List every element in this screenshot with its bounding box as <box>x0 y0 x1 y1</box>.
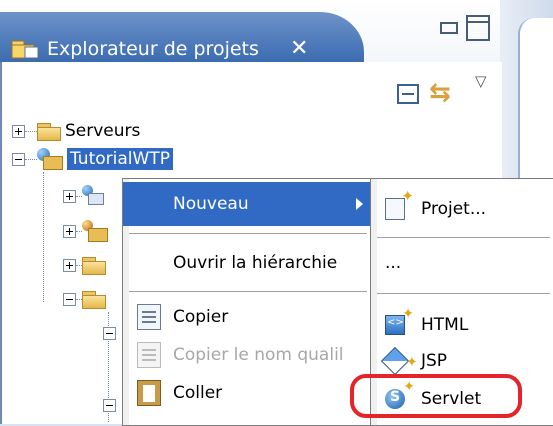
collapse-icon[interactable] <box>12 152 25 166</box>
web-project-icon <box>37 148 63 170</box>
menu-item-nouveau[interactable]: Nouveau <box>123 182 371 226</box>
expand-icon[interactable] <box>12 124 25 138</box>
tree-item-tutorialwtp[interactable]: TutorialWTP <box>12 146 173 172</box>
menu-item-ouvrir-hierarchie[interactable]: Ouvrir la hiérarchie <box>123 241 371 285</box>
menu-item-label: Copier le nom qualil <box>173 345 344 365</box>
submenu-item-label: Projet... <box>421 199 487 219</box>
new-html-icon <box>385 306 414 335</box>
collapse-icon[interactable] <box>103 326 116 340</box>
tree-item-label: Serveurs <box>65 121 141 141</box>
menu-separator <box>377 293 550 294</box>
folder-icon <box>82 256 106 275</box>
expand-icon[interactable] <box>63 189 76 203</box>
active-view-tab[interactable]: Explorateur de projets ✕ <box>0 12 364 64</box>
folder-icon <box>82 290 106 309</box>
menu-item-label: Nouveau <box>173 194 249 214</box>
submenu-item-label: JSP <box>421 351 448 371</box>
view-title: Explorateur de projets <box>47 38 259 60</box>
menu-item-label: Coller <box>173 383 223 403</box>
menu-separator <box>129 233 367 234</box>
view-menu-icon[interactable]: ▽ <box>475 72 487 90</box>
tree-item-child-4[interactable] <box>63 286 110 312</box>
menu-item-label: Ouvrir la hiérarchie <box>173 253 338 273</box>
collapse-all-icon[interactable] <box>397 84 419 104</box>
view-tab-bar: Explorateur de projets ✕ <box>0 0 501 64</box>
close-icon[interactable]: ✕ <box>290 36 308 61</box>
tree-item-child-2[interactable] <box>63 218 108 244</box>
copy-icon <box>137 304 161 330</box>
folder-icon <box>37 122 61 141</box>
minimize-icon[interactable] <box>440 22 458 34</box>
menu-separator <box>377 237 550 238</box>
descriptor-icon <box>82 185 104 207</box>
maximize-icon[interactable] <box>466 15 490 41</box>
tree-item-child-1[interactable] <box>63 183 108 209</box>
new-jsp-icon <box>380 346 410 376</box>
tree-item-label: TutorialWTP <box>67 148 173 170</box>
tree-item-serveurs[interactable]: Serveurs <box>12 118 140 144</box>
menu-separator <box>129 291 367 292</box>
project-explorer-icon <box>11 38 41 60</box>
collapse-icon[interactable] <box>63 292 76 306</box>
view-tab-title: Explorateur de projets <box>11 38 259 60</box>
expand-icon[interactable] <box>63 258 76 272</box>
menu-item-coller[interactable]: Coller <box>123 371 371 415</box>
servlet-annotation-ring <box>350 374 522 418</box>
submenu-item-projet[interactable]: Projet... <box>371 187 553 227</box>
resources-icon <box>82 220 108 242</box>
tree-item-child-6[interactable] <box>103 392 116 418</box>
expand-icon[interactable] <box>63 224 76 238</box>
collapse-icon[interactable] <box>103 398 116 412</box>
paste-icon <box>137 380 161 406</box>
tree-item-child-3[interactable] <box>63 252 110 278</box>
tree-item-child-5[interactable] <box>103 320 116 346</box>
submenu-arrow-icon <box>356 198 363 210</box>
submenu-item-label: ... <box>385 253 402 273</box>
submenu-item-more[interactable]: ... <box>371 245 553 281</box>
copy-qualified-name-icon <box>137 342 161 368</box>
menu-item-label: Copier <box>173 307 229 327</box>
submenu-item-label: HTML <box>421 315 469 335</box>
new-project-icon <box>385 187 414 220</box>
submenu-item-html[interactable]: HTML <box>371 306 553 343</box>
link-with-editor-icon[interactable]: ⇆ <box>429 78 451 108</box>
context-menu: Nouveau Ouvrir la hiérarchie Copier Copi… <box>122 178 372 426</box>
